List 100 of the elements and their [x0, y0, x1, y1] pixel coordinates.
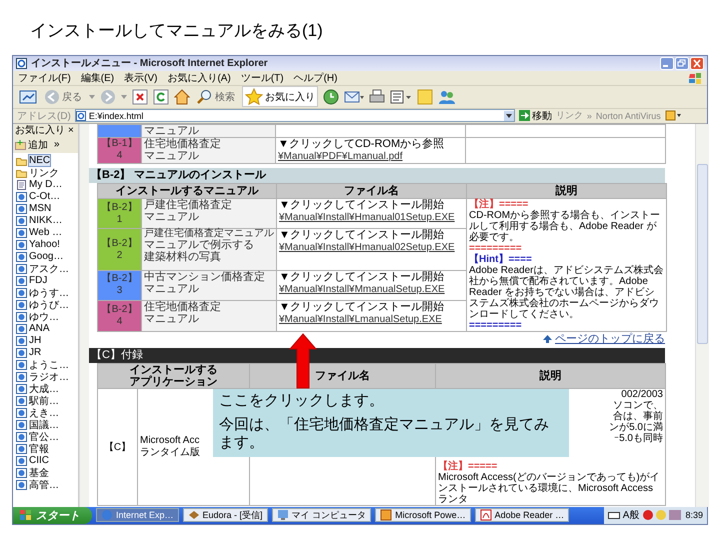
menu-item[interactable]: ファイル(F) [18, 70, 71, 85]
add-button[interactable]: 追加 [15, 138, 48, 152]
favorite-item[interactable]: ゆうす… [16, 286, 78, 299]
favorite-item[interactable]: ようこ… [16, 358, 78, 371]
address-field[interactable]: E:¥index.html [74, 109, 515, 122]
favorite-item[interactable]: アスク… [16, 262, 78, 275]
media-icon[interactable] [19, 88, 37, 105]
windows-flag-icon [688, 72, 702, 84]
web-page-icon [16, 288, 27, 298]
go-button[interactable]: 移動 [518, 108, 552, 123]
web-page-icon [16, 324, 27, 334]
taskbar-button[interactable]: Microsoft Powe… [375, 508, 471, 522]
label-cell: 【B-2】 2 [98, 228, 142, 270]
favorite-item[interactable]: 高管… [16, 478, 78, 491]
back-button[interactable]: 戻る [42, 88, 84, 105]
favorite-item[interactable]: NIKK… [16, 214, 78, 227]
file-link[interactable]: ¥Manual¥Install¥MmanualSetup.EXE [279, 284, 445, 296]
label-cell: 【B-2】 4 [98, 300, 142, 332]
instruction-text: ▼クリックしてインストール開始 [279, 229, 445, 242]
web-page-icon [16, 420, 27, 430]
slide-title: インストールしてマニュアルをみる(1) [29, 20, 323, 42]
add-favorite-icon [15, 140, 26, 150]
file-link[interactable]: ¥Manual¥Install¥LmanualSetup.EXE [279, 314, 442, 326]
dropdown-arrow-icon[interactable] [504, 110, 514, 121]
favorite-item[interactable]: 官報 [16, 442, 78, 455]
start-button[interactable]: スタート [13, 506, 92, 524]
menu-item[interactable]: 表示(V) [124, 70, 158, 85]
favorite-item[interactable]: ANA [16, 322, 78, 335]
favorite-item[interactable]: Yahoo! [16, 238, 78, 251]
favorite-item[interactable]: Goog… [16, 250, 78, 263]
favorite-item[interactable]: 官公… [16, 430, 78, 443]
forward-icon[interactable] [100, 88, 116, 105]
web-page-icon [16, 252, 27, 262]
file-link[interactable]: ¥Manual¥Install¥Hmanual02Setup.EXE [279, 242, 455, 254]
instruction-text: ▼クリックしてCD-ROMから参照 [278, 138, 446, 150]
restore-icon[interactable] [675, 56, 689, 70]
menu-item[interactable]: お気に入り(A) [167, 70, 231, 85]
search-button[interactable]: 検索 [195, 88, 237, 105]
favorite-item[interactable]: えき… [16, 406, 78, 419]
section-heading: 【C】付録 [89, 348, 665, 363]
page-top-link[interactable]: ページのトップに戻る [555, 331, 665, 346]
app-icon [380, 509, 392, 522]
favorite-item[interactable]: Web … [16, 226, 78, 239]
history-icon[interactable] [323, 88, 339, 105]
favorite-item[interactable]: JH [16, 334, 78, 347]
column-header: インストールするアプリケーション [128, 364, 218, 388]
menu-item[interactable]: 編集(E) [80, 70, 114, 85]
more-chevron[interactable]: » [54, 139, 60, 150]
taskbar-button[interactable]: マイ コンピュータ [272, 508, 372, 522]
favorite-item[interactable]: 大成… [16, 382, 78, 395]
description-text: ソコンで、 [613, 400, 663, 411]
favorite-item[interactable]: JR [16, 346, 78, 359]
menu-item[interactable]: ヘルプ(H) [294, 70, 338, 85]
messenger-icon[interactable] [438, 88, 456, 105]
search-icon [197, 88, 213, 105]
close-button[interactable]: × [68, 124, 74, 136]
favorite-item[interactable]: NEC [16, 154, 78, 167]
close-icon[interactable] [690, 56, 704, 70]
taskbar-button[interactable]: Adobe Reader … [474, 508, 570, 522]
file-link[interactable]: ¥Manual¥Install¥Hmanual01Setup.EXE [279, 212, 455, 224]
page-icon [76, 110, 86, 121]
favorite-item[interactable]: 駅前… [16, 394, 78, 407]
manual-name: 住宅地価格査定 マニュアル [142, 137, 276, 164]
edit-icon[interactable] [390, 88, 412, 105]
refresh-icon[interactable] [153, 88, 169, 105]
app-icon [101, 509, 113, 522]
favorite-item[interactable]: リンク [16, 166, 78, 179]
favorite-item[interactable]: ゆウ… [16, 310, 78, 323]
description-text: ンが5.0に満 [609, 422, 663, 433]
folder-icon [16, 168, 27, 178]
note-icon[interactable] [417, 88, 433, 105]
home-icon[interactable] [174, 88, 190, 105]
arrow-drawing [289, 332, 317, 389]
favorite-item[interactable]: CIIC [16, 454, 78, 467]
printer-icon[interactable] [369, 88, 385, 105]
favorite-item[interactable]: 国議… [16, 418, 78, 431]
norton-icon[interactable] [664, 110, 681, 122]
favorite-item[interactable]: My D… [16, 178, 78, 191]
favorite-item[interactable]: FDJ [16, 274, 78, 287]
mail-icon[interactable] [344, 88, 364, 105]
app-icon [188, 509, 200, 522]
taskbar-button[interactable]: Internet Exp… [96, 508, 179, 522]
stop-icon[interactable] [132, 88, 148, 105]
favorite-item[interactable]: ラジオ… [16, 370, 78, 383]
minimize-icon[interactable] [660, 56, 674, 70]
ime-indicator[interactable]: A般 [622, 508, 640, 522]
web-page-icon [16, 372, 27, 382]
scroll-thumb[interactable] [697, 164, 708, 344]
favorite-item[interactable]: 基金 [16, 466, 78, 479]
description-text: 合は、事前 [613, 410, 663, 422]
favorite-item[interactable]: ゆうび… [16, 298, 78, 311]
file-link[interactable]: ¥Manual¥PDF¥Lmanual.pdf [278, 150, 403, 163]
scrollbar[interactable] [695, 124, 709, 507]
favorite-item[interactable]: C-Ot… [16, 190, 78, 203]
favorites-button[interactable]: お気に入り [242, 86, 318, 108]
taskbar-button[interactable]: Eudora - [受信] [182, 508, 268, 522]
web-page-icon [16, 396, 27, 406]
favorite-item[interactable]: MSN [16, 202, 78, 215]
menu-item[interactable]: ツール(T) [240, 70, 284, 85]
scrollbar[interactable] [79, 124, 89, 507]
